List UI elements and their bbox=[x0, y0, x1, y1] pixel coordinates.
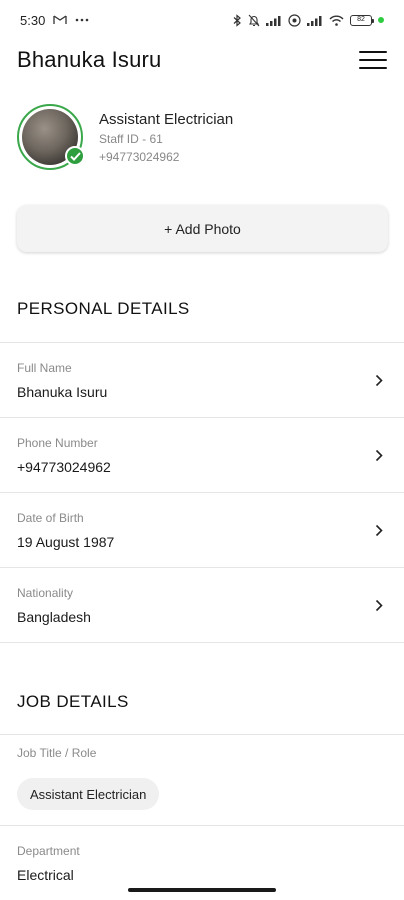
avatar[interactable] bbox=[17, 104, 85, 170]
nationality-value: Bangladesh bbox=[17, 609, 91, 625]
notification-icon bbox=[53, 15, 67, 25]
signal-icon bbox=[266, 15, 282, 26]
divider bbox=[0, 825, 404, 826]
department-label: Department bbox=[17, 844, 80, 858]
add-photo-button[interactable]: + Add Photo bbox=[17, 205, 388, 252]
signal-icon-2 bbox=[307, 15, 323, 26]
job-title-label: Job Title / Role bbox=[17, 746, 97, 760]
profile-role: Assistant Electrician bbox=[99, 110, 234, 128]
mute-bell-icon bbox=[248, 14, 260, 27]
app-header: Bhanuka Isuru bbox=[0, 40, 404, 80]
chevron-right-icon bbox=[373, 449, 385, 463]
phone-number-row[interactable]: Phone Number +94773024962 bbox=[0, 418, 404, 493]
chevron-right-icon bbox=[373, 599, 385, 613]
hamburger-menu-icon[interactable] bbox=[359, 49, 387, 71]
privacy-indicator-dot bbox=[378, 17, 384, 23]
bluetooth-icon bbox=[233, 13, 242, 27]
nationality-label: Nationality bbox=[17, 586, 74, 600]
hotspot-icon bbox=[288, 13, 301, 27]
full-name-row[interactable]: Full Name Bhanuka Isuru bbox=[0, 343, 404, 418]
date-of-birth-label: Date of Birth bbox=[17, 511, 84, 525]
status-bar: 5:30 82 bbox=[0, 0, 404, 40]
home-indicator[interactable] bbox=[128, 888, 276, 892]
profile-staff-id: Staff ID - 61 bbox=[99, 131, 163, 146]
chevron-right-icon bbox=[373, 524, 385, 538]
divider bbox=[0, 642, 404, 643]
wifi-icon bbox=[329, 15, 344, 26]
department-value: Electrical bbox=[17, 867, 74, 883]
divider bbox=[0, 734, 404, 735]
phone-number-value: +94773024962 bbox=[17, 459, 111, 475]
page-title: Bhanuka Isuru bbox=[17, 47, 162, 72]
job-details-heading: JOB DETAILS bbox=[17, 692, 129, 711]
more-dots-icon bbox=[75, 18, 89, 22]
full-name-label: Full Name bbox=[17, 361, 72, 375]
personal-details-heading: PERSONAL DETAILS bbox=[17, 299, 190, 318]
date-of-birth-row[interactable]: Date of Birth 19 August 1987 bbox=[0, 493, 404, 568]
nationality-row[interactable]: Nationality Bangladesh bbox=[0, 568, 404, 643]
profile-card: Assistant Electrician Staff ID - 61 +947… bbox=[17, 103, 387, 171]
profile-info: Assistant Electrician Staff ID - 61 +947… bbox=[99, 111, 233, 164]
chevron-right-icon bbox=[373, 374, 385, 388]
battery-icon: 82 bbox=[350, 14, 374, 26]
full-name-value: Bhanuka Isuru bbox=[17, 384, 108, 400]
phone-number-label: Phone Number bbox=[17, 436, 98, 450]
job-role-chip[interactable]: Assistant Electrician bbox=[17, 778, 160, 810]
date-of-birth-value: 19 August 1987 bbox=[17, 534, 115, 550]
profile-phone: +94773024962 bbox=[99, 149, 180, 164]
verified-check-icon bbox=[65, 146, 85, 166]
status-time: 5:30 bbox=[20, 12, 46, 28]
